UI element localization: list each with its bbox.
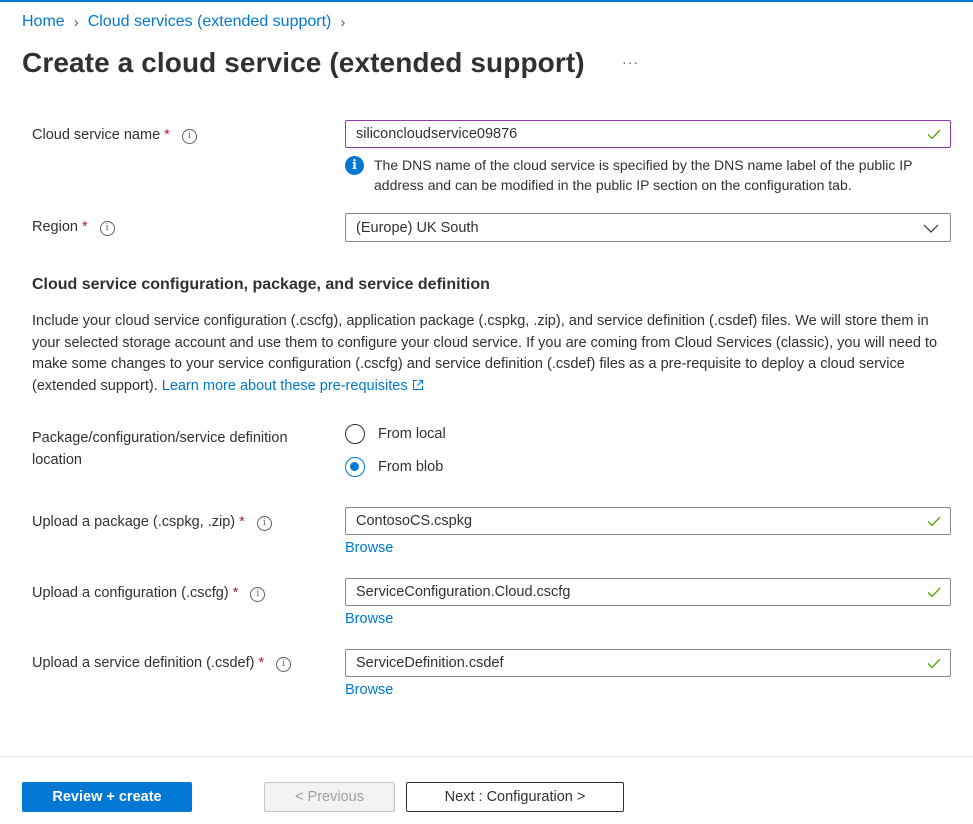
region-selected-value: (Europe) UK South — [356, 219, 479, 236]
radio-from-local[interactable]: From local — [345, 424, 446, 444]
configuration-browse-link[interactable]: Browse — [345, 611, 393, 627]
cloud-service-name-input[interactable]: siliconcloudservice09876 — [345, 120, 951, 148]
breadcrumb-cloud-services[interactable]: Cloud services (extended support) — [88, 13, 332, 31]
page-title: Create a cloud service (extended support… — [22, 47, 585, 78]
learn-more-text: Learn more about these pre-requisites — [161, 377, 408, 394]
definition-label: Upload a service definition (.csdef) * i — [32, 652, 292, 674]
checkmark-icon — [927, 587, 941, 598]
chevron-down-icon — [923, 224, 939, 233]
radio-label: From local — [378, 426, 446, 442]
info-icon[interactable]: i — [99, 221, 115, 236]
required-asterisk: * — [232, 585, 239, 601]
dns-info-note: i The DNS name of the cloud service is s… — [345, 155, 955, 195]
breadcrumb: Home › Cloud services (extended support)… — [22, 13, 354, 31]
breadcrumb-home[interactable]: Home — [22, 13, 65, 31]
label-text: Region — [32, 219, 78, 235]
location-label: Package/configuration/service definition… — [32, 430, 288, 468]
checkmark-icon — [927, 129, 941, 140]
label-text: Cloud service name — [32, 127, 161, 143]
definition-value: ServiceDefinition.csdef — [356, 655, 504, 671]
info-icon[interactable]: i — [181, 129, 197, 144]
footer-divider — [0, 756, 973, 757]
info-icon[interactable]: i — [256, 516, 272, 531]
package-input[interactable]: ContosoCS.cspkg — [345, 507, 951, 535]
learn-more-link[interactable]: Learn more about these pre-requisites — [162, 378, 424, 394]
chevron-right-icon: › — [340, 13, 346, 31]
info-icon[interactable]: i — [276, 657, 292, 672]
region-label: Region * i — [32, 216, 115, 238]
section-title: Cloud service configuration, package, an… — [32, 276, 490, 293]
info-icon[interactable]: i — [250, 587, 266, 602]
label-text: Upload a configuration (.cscfg) — [32, 585, 229, 601]
dns-info-text: The DNS name of the cloud service is spe… — [374, 157, 913, 193]
definition-browse-link[interactable]: Browse — [345, 682, 393, 698]
required-asterisk: * — [258, 655, 265, 671]
radio-button-checked[interactable] — [345, 457, 365, 477]
configuration-label: Upload a configuration (.cscfg) * i — [32, 582, 266, 604]
cloud-service-name-value: siliconcloudservice09876 — [356, 126, 518, 142]
package-value: ContosoCS.cspkg — [356, 513, 473, 529]
review-create-button[interactable]: Review + create — [22, 782, 192, 812]
section-description: Include your cloud service configuration… — [32, 311, 957, 397]
region-dropdown[interactable]: (Europe) UK South — [345, 213, 951, 242]
required-asterisk: * — [81, 219, 88, 235]
label-text: Upload a package (.cspkg, .zip) — [32, 514, 236, 530]
cloud-service-name-label: Cloud service name * i — [32, 124, 197, 146]
required-asterisk: * — [164, 127, 170, 143]
checkmark-icon — [927, 658, 941, 669]
configuration-value: ServiceConfiguration.Cloud.cscfg — [356, 584, 571, 600]
next-configuration-button[interactable]: Next : Configuration > — [406, 782, 624, 812]
previous-button[interactable]: < Previous — [264, 782, 395, 812]
package-label: Upload a package (.cspkg, .zip) * i — [32, 511, 272, 533]
info-filled-icon: i — [345, 156, 364, 175]
chevron-right-icon: › — [73, 13, 79, 31]
radio-label: From blob — [378, 459, 444, 475]
label-text: Upload a service definition (.csdef) — [32, 655, 255, 671]
definition-input[interactable]: ServiceDefinition.csdef — [345, 649, 951, 677]
radio-from-blob[interactable]: From blob — [345, 457, 443, 477]
checkmark-icon — [927, 516, 941, 527]
required-asterisk: * — [239, 514, 245, 530]
configuration-input[interactable]: ServiceConfiguration.Cloud.cscfg — [345, 578, 951, 606]
top-accent-bar — [0, 0, 973, 2]
radio-button-unchecked[interactable] — [345, 424, 365, 444]
external-link-icon — [412, 379, 423, 390]
package-browse-link[interactable]: Browse — [345, 540, 393, 556]
more-options-button[interactable]: ··· — [622, 54, 639, 70]
